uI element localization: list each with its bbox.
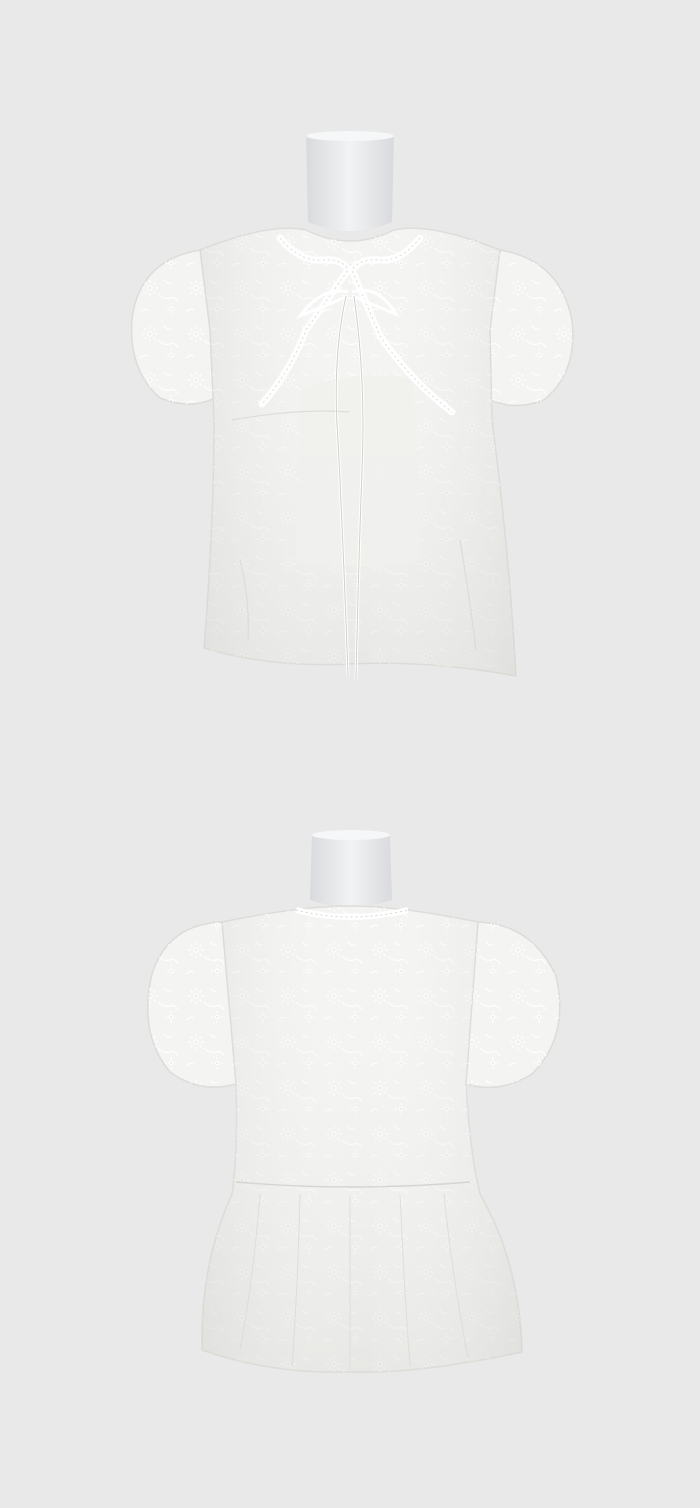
blouse-back-view-photo <box>0 754 700 1508</box>
product-detail-image <box>0 0 700 1508</box>
blouse-back-illustration <box>0 754 700 1508</box>
blouse-front-illustration <box>0 0 700 754</box>
mannequin-neck <box>310 830 392 907</box>
mannequin-neck <box>306 131 394 231</box>
blouse-front-view-photo <box>0 0 700 754</box>
inner-camisole-panel <box>296 375 420 568</box>
